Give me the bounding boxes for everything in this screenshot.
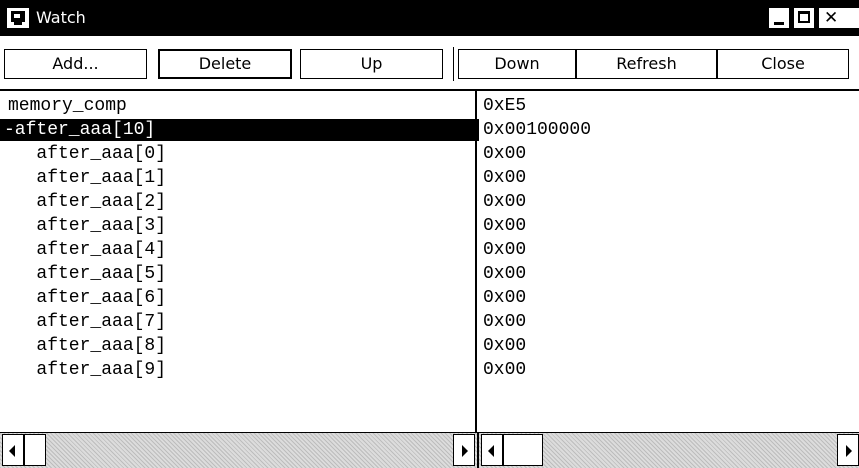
down-button[interactable]: Down (458, 49, 576, 79)
variable-name-pane[interactable]: memory_comp -after_aaa[10] after_aaa[0] … (0, 91, 479, 432)
variable-value-pane[interactable]: 0xE5 0x00100000 0x00 0x00 0x00 0x00 0x00… (479, 91, 859, 432)
title-bar[interactable]: Watch (0, 0, 859, 36)
monitor-icon-screen (11, 11, 25, 22)
scroll-right-arrow-icon[interactable] (453, 434, 475, 466)
variable-row-after-aaa-7[interactable]: after_aaa[7] (4, 311, 479, 333)
value-cell[interactable]: 0x00 (483, 239, 526, 261)
scroll-left-arrow-icon[interactable] (481, 434, 503, 466)
value-cell[interactable]: 0xE5 (483, 95, 526, 117)
variable-row-after-aaa-5[interactable]: after_aaa[5] (4, 263, 479, 285)
scrollbar-thumb[interactable] (503, 434, 543, 466)
scrollbar-thumb[interactable] (24, 434, 46, 466)
variable-row-after-aaa-9[interactable]: after_aaa[9] (4, 359, 479, 381)
refresh-button[interactable]: Refresh (576, 49, 717, 79)
close-button[interactable]: Close (717, 49, 849, 79)
variable-row-after-aaa-3[interactable]: after_aaa[3] (4, 215, 479, 237)
value-pane-horizontal-scrollbar[interactable] (479, 432, 859, 468)
value-cell[interactable]: 0x00 (483, 167, 526, 189)
add-button[interactable]: Add... (4, 49, 147, 79)
value-cell[interactable]: 0x00 (483, 359, 526, 381)
watch-window-icon[interactable] (7, 8, 29, 28)
value-cell[interactable]: 0x00 (483, 287, 526, 309)
window-title: Watch (36, 8, 86, 27)
value-cell[interactable]: 0x00 (483, 263, 526, 285)
minimize-button[interactable] (768, 7, 790, 29)
value-cell[interactable]: 0x00 (483, 311, 526, 333)
toolbar-separator (453, 47, 454, 81)
variable-row-memory-comp[interactable]: memory_comp (8, 95, 483, 117)
variable-row-after-aaa-2[interactable]: after_aaa[2] (4, 191, 479, 213)
scroll-left-arrow-icon[interactable] (2, 434, 24, 466)
variable-row-after-aaa-1[interactable]: after_aaa[1] (4, 167, 479, 189)
name-pane-horizontal-scrollbar[interactable] (0, 432, 477, 468)
close-window-button[interactable] (818, 7, 859, 29)
variable-row-after-aaa-0[interactable]: after_aaa[0] (4, 143, 479, 165)
watch-window: Watch Add... Delete Up Down Refresh Clos… (0, 0, 859, 468)
delete-button[interactable]: Delete (158, 49, 292, 79)
variable-row-after-aaa-8[interactable]: after_aaa[8] (4, 335, 479, 357)
value-cell[interactable]: 0x00100000 (483, 119, 591, 141)
value-cell[interactable]: 0x00 (483, 335, 526, 357)
variable-row-after-aaa-4[interactable]: after_aaa[4] (4, 239, 479, 261)
value-cell[interactable]: 0x00 (483, 143, 526, 165)
variable-row-after-aaa-array[interactable]: -after_aaa[10] (0, 119, 479, 141)
monitor-icon-stand (14, 22, 22, 25)
variable-row-after-aaa-6[interactable]: after_aaa[6] (4, 287, 479, 309)
value-cell[interactable]: 0x00 (483, 215, 526, 237)
scroll-right-arrow-icon[interactable] (837, 434, 859, 466)
toolbar: Add... Delete Up Down Refresh Close (0, 36, 859, 91)
value-cell[interactable]: 0x00 (483, 191, 526, 213)
up-button[interactable]: Up (300, 49, 443, 79)
maximize-button[interactable] (793, 7, 815, 29)
